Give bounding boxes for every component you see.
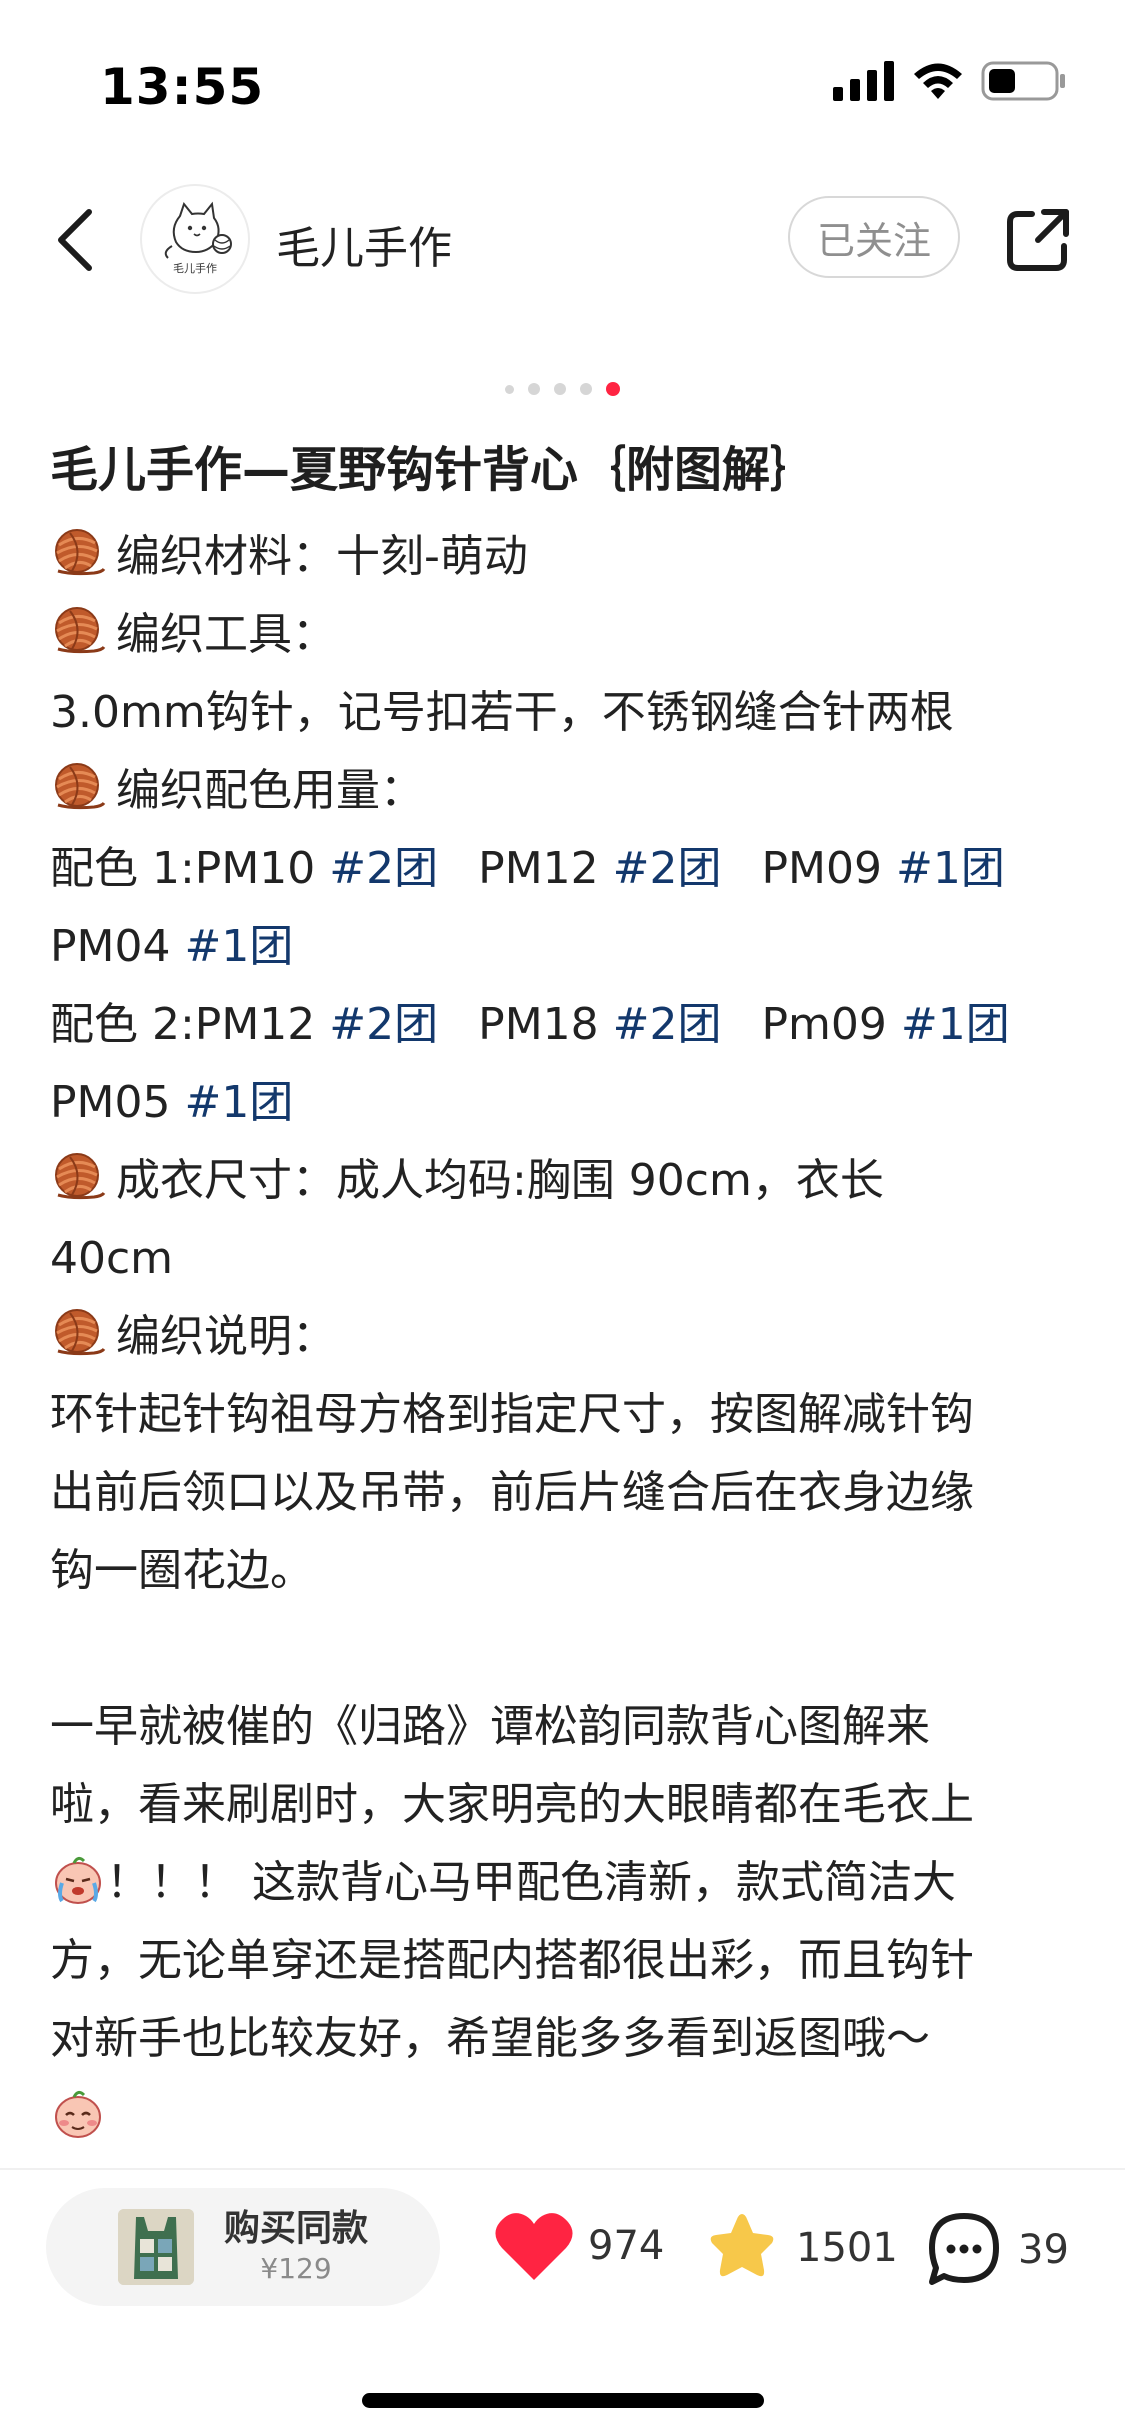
avatar-text: 毛儿手作 (173, 261, 217, 275)
shy-face-icon (55, 2090, 101, 2138)
instructions-text-3: 钩一圈花边。 (50, 1545, 314, 1596)
instructions-text-2: 出前后领口以及吊带，前后片缝合后在衣身边缘 (50, 1467, 974, 1518)
description-text-3: ！！！ 这款背心马甲配色清新，款式简洁大 (106, 1857, 956, 1908)
status-icons (833, 60, 1067, 102)
heart-icon (495, 2213, 573, 2280)
like-button[interactable]: 974 (494, 2210, 664, 2282)
buy-price: ¥129 (260, 2252, 332, 2285)
instructions-label-line: 编织说明： (50, 1298, 1085, 1376)
crying-face-icon (55, 1856, 101, 1904)
scheme2-line-2: PM05 #1团 (50, 1064, 1085, 1142)
battery-icon (981, 61, 1065, 101)
hashtag-link[interactable]: #2团 (613, 843, 722, 894)
material-line: 编织材料：十刻-萌动 (50, 518, 1085, 596)
hashtag-link[interactable]: #2团 (329, 999, 438, 1050)
home-indicator[interactable] (362, 2393, 764, 2408)
size-text-1: 成衣尺寸：成人均码:胸围 90cm，衣长 (116, 1155, 884, 1206)
vest-thumbnail-icon (118, 2209, 194, 2285)
description-text-1: 一早就被催的《归路》谭松韵同款背心图解来 (50, 1701, 930, 1752)
buy-text: 购买同款 ¥129 (224, 2207, 368, 2287)
scheme2-line: 配色 2:PM12 #2团 PM18 #2团 Pm09 #1团 (50, 986, 1085, 1064)
hashtag-link[interactable]: #1团 (184, 1077, 293, 1128)
product-thumbnail (118, 2209, 194, 2285)
comment-count: 39 (1018, 2227, 1069, 2273)
bottom-action-bar: 购买同款 ¥129 974 1501 39 (0, 2170, 1125, 2320)
description-line-6 (50, 2078, 1085, 2156)
hashtag-link[interactable]: #1团 (896, 843, 1005, 894)
post-content: 毛儿手作—夏野钩针背心｛附图解｝ 编织材料：十刻-萌动 编织工具： 3.0mm钩… (50, 430, 1085, 2156)
carousel-dot-active (606, 382, 620, 396)
scheme1-b-text: PM12 (478, 843, 613, 894)
scheme2-prefix: 配色 2:PM12 (50, 999, 330, 1050)
wifi-icon (914, 63, 962, 99)
yarn-ball-icon (50, 525, 106, 581)
scheme2-d-text: PM05 (50, 1077, 185, 1128)
scheme1-line-2: PM04 #1团 (50, 908, 1085, 986)
tools-label: 编织工具： (116, 609, 336, 660)
comment-button[interactable]: 39 (924, 2210, 1069, 2290)
comment-icon (929, 2213, 999, 2285)
signal-icon (833, 61, 894, 101)
scheme2-c-text: Pm09 (761, 999, 901, 1050)
tools-label-line: 编织工具： (50, 596, 1085, 674)
yarn-ball-icon (50, 759, 106, 815)
author-name[interactable]: 毛儿手作 (276, 212, 452, 276)
share-button[interactable] (1000, 202, 1076, 278)
favorite-button[interactable]: 1501 (702, 2210, 898, 2286)
carousel-dot (554, 383, 566, 395)
carousel-dot (505, 384, 514, 394)
description-text-2: 啦，看来刷剧时，大家明亮的大眼睛都在毛衣上 (50, 1779, 974, 1830)
favorite-count: 1501 (796, 2225, 898, 2271)
star-icon (710, 2214, 774, 2277)
description-text-5: 对新手也比较友好，希望能多多看到返图哦～ (50, 2013, 930, 2064)
size-text-2: 40cm (50, 1233, 174, 1284)
status-bar: 13:55 (0, 0, 1125, 150)
yarn-ball-icon (50, 1149, 106, 1205)
buy-label: 购买同款 (224, 2208, 369, 2249)
scheme1-line: 配色 1:PM10 #2团 PM12 #2团 PM09 #1团 (50, 830, 1085, 908)
hashtag-link[interactable]: #1团 (901, 999, 1010, 1050)
material-text: 编织材料：十刻-萌动 (116, 531, 528, 582)
colors-label: 编织配色用量： (116, 765, 424, 816)
scheme1-d-text: PM04 (50, 921, 185, 972)
hashtag-link[interactable]: #1团 (184, 921, 293, 972)
share-icon (1007, 209, 1069, 271)
yarn-ball-icon (50, 603, 106, 659)
size-line: 成衣尺寸：成人均码:胸围 90cm，衣长 (50, 1142, 1085, 1220)
scheme2-b-text: PM18 (478, 999, 613, 1050)
cat-logo-icon: 毛儿手作 (164, 201, 232, 275)
carousel-indicator (0, 382, 1125, 396)
back-button[interactable] (40, 200, 110, 280)
back-icon (58, 209, 92, 271)
carousel-dot (580, 383, 592, 395)
author-avatar[interactable]: 毛儿手作 (140, 184, 250, 294)
carousel-dot (528, 383, 540, 395)
follow-button[interactable]: 已关注 (788, 196, 960, 278)
scheme1-prefix: 配色 1:PM10 (50, 843, 330, 894)
colors-label-line: 编织配色用量： (50, 752, 1085, 830)
status-time: 13:55 (100, 58, 265, 116)
description-line-3: ！！！ 这款背心马甲配色清新，款式简洁大 (50, 1844, 1085, 1922)
description-text-4: 方，无论单穿还是搭配内搭都很出彩，而且钩针 (50, 1935, 974, 1986)
like-count: 974 (588, 2223, 665, 2269)
buy-same-button[interactable]: 购买同款 ¥129 (46, 2188, 440, 2306)
instructions-text-1: 环针起针钩祖母方格到指定尺寸，按图解减针钩 (50, 1389, 974, 1440)
tools-text: 3.0mm钩针，记号扣若干，不锈钢缝合针两根 (50, 687, 954, 738)
scheme1-c-text: PM09 (761, 843, 896, 894)
nav-bar: 毛儿手作 毛儿手作 已关注 (0, 180, 1125, 300)
hashtag-link[interactable]: #2团 (613, 999, 722, 1050)
post-title: 毛儿手作—夏野钩针背心｛附图解｝ (50, 442, 819, 498)
instructions-label: 编织说明： (116, 1311, 336, 1362)
hashtag-link[interactable]: #2团 (329, 843, 438, 894)
yarn-ball-icon (50, 1305, 106, 1361)
